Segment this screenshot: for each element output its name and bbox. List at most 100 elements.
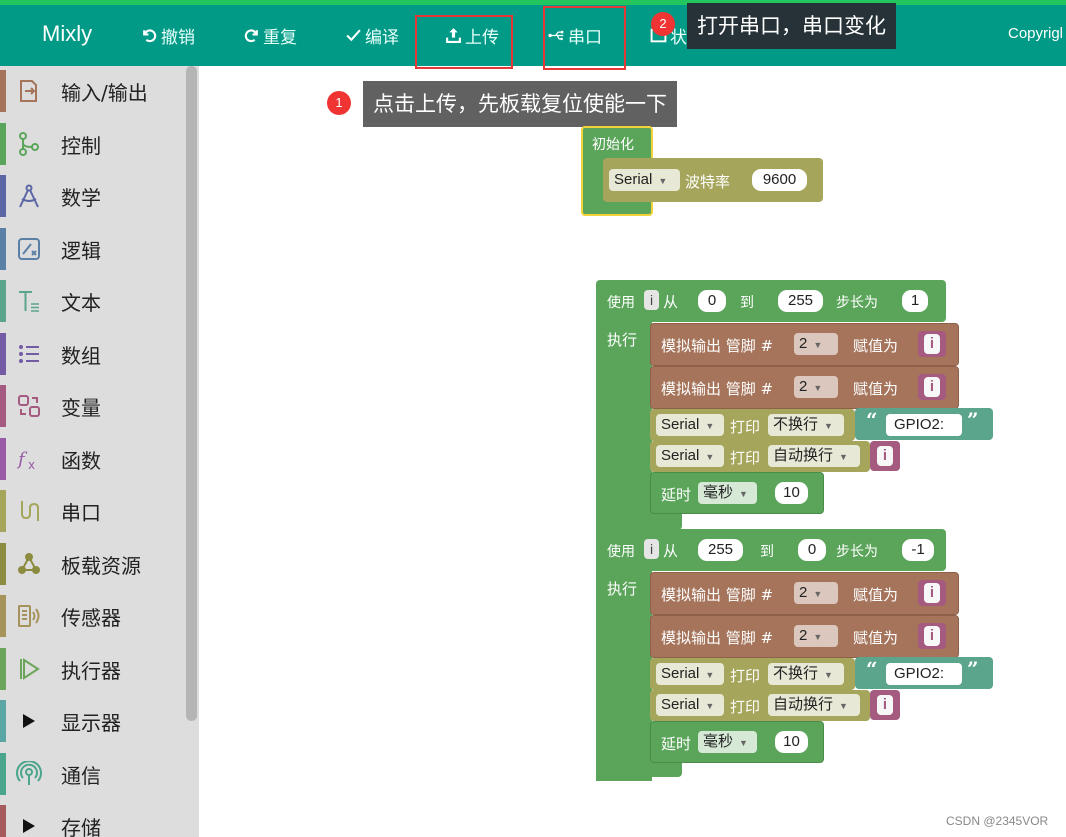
loop-from-label: 从: [663, 293, 679, 311]
compile-button[interactable]: 编译: [345, 23, 399, 48]
redo-label: 重复: [263, 28, 297, 48]
serial-highlight-box: [543, 6, 626, 70]
redo-icon: [244, 29, 258, 43]
variable-value: i: [924, 626, 940, 646]
sidebar-scrollbar[interactable]: [186, 66, 197, 721]
newline-mode-dropdown[interactable]: 不换行 ▼: [768, 663, 844, 685]
sidebar-item-14[interactable]: 存储: [0, 803, 186, 837]
sidebar-item-2[interactable]: 数学: [0, 173, 186, 219]
loop-step-label: 步长为: [836, 544, 878, 560]
sidebar-item-7[interactable]: fx 函数: [0, 436, 186, 482]
sidebar-item-label: 数组: [61, 343, 101, 368]
assign-label: 赋值为: [853, 380, 899, 398]
sidebar-item-10[interactable]: 传感器: [0, 593, 186, 639]
board-icon: [16, 551, 42, 577]
top-toolbar: Mixly 撤销 重复 编译 上传 串口 状 Copyrigl: [0, 5, 1066, 66]
sidebar-item-11[interactable]: 执行器: [0, 646, 186, 692]
variable-value: i: [924, 583, 940, 603]
variable-value: i: [877, 446, 893, 466]
text-field[interactable]: GPIO2:: [886, 663, 962, 685]
sidebar-item-3[interactable]: 逻辑: [0, 226, 186, 272]
setup-serial-dropdown[interactable]: Serial ▼: [609, 169, 680, 191]
delay-unit-dropdown[interactable]: 毫秒 ▼: [698, 731, 757, 753]
function-icon: fx: [16, 446, 42, 472]
category-color-bar: [0, 647, 6, 690]
newline-mode-dropdown[interactable]: 自动换行 ▼: [768, 694, 860, 716]
serial-dropdown[interactable]: Serial ▼: [656, 663, 724, 685]
redo-button[interactable]: 重复: [243, 23, 297, 48]
close-quote-icon: ”: [967, 657, 979, 681]
assign-label: 赋值为: [853, 586, 899, 604]
analog-write-label: 模拟输出 管脚 #: [661, 586, 774, 604]
loop-from-field[interactable]: 255: [698, 539, 743, 561]
pin-dropdown[interactable]: 2 ▼: [794, 376, 838, 398]
category-color-bar: [0, 227, 6, 270]
loop-use-label: 使用: [607, 544, 635, 560]
logic-icon: [16, 236, 42, 262]
baud-label: 波特率: [685, 173, 731, 191]
expand-icon: [16, 708, 42, 734]
loop-to-label: 到: [740, 295, 754, 311]
loop-var[interactable]: i: [644, 539, 659, 559]
callout-badge-1: 1: [327, 91, 351, 115]
brand-logo: Mixly: [42, 21, 93, 46]
loop-do-label: 执行: [607, 580, 638, 598]
variable-icon: [16, 393, 42, 419]
sidebar-item-1[interactable]: 控制: [0, 121, 186, 167]
serial-dropdown[interactable]: Serial ▼: [656, 445, 724, 467]
copyright-text: Copyrigl: [1008, 25, 1064, 42]
sidebar-item-0[interactable]: 输入/输出: [0, 68, 186, 114]
analog-write-label: 模拟输出 管脚 #: [661, 380, 774, 398]
sidebar-item-4[interactable]: 文本: [0, 278, 186, 324]
category-color-bar: [0, 542, 6, 585]
delay-unit-dropdown[interactable]: 毫秒 ▼: [698, 482, 757, 504]
loop-from-field[interactable]: 0: [698, 290, 726, 312]
sidebar-item-13[interactable]: 通信: [0, 751, 186, 797]
loop-step-label: 步长为: [836, 295, 878, 311]
sidebar-item-label: 板载资源: [61, 553, 141, 578]
delay-label: 延时: [661, 735, 692, 753]
sensor-icon: [16, 603, 42, 629]
callout-badge-2: 2: [651, 12, 675, 36]
delay-value-field[interactable]: 10: [775, 731, 808, 753]
newline-mode-dropdown[interactable]: 不换行 ▼: [768, 414, 844, 436]
loop-step-field[interactable]: 1: [902, 290, 928, 312]
actuator-icon: [16, 656, 42, 682]
loop-step-field[interactable]: -1: [902, 539, 934, 561]
loop-to-field[interactable]: 0: [798, 539, 826, 561]
sidebar-item-12[interactable]: 显示器: [0, 698, 186, 744]
loop-use-label: 使用: [607, 295, 635, 311]
text-icon: [16, 288, 42, 314]
pin-dropdown[interactable]: 2 ▼: [794, 333, 838, 355]
delay-value-field[interactable]: 10: [775, 482, 808, 504]
serial-dropdown[interactable]: Serial ▼: [656, 414, 724, 436]
sidebar-item-label: 控制: [61, 133, 101, 158]
undo-button[interactable]: 撤销: [141, 23, 195, 48]
loop-var[interactable]: i: [644, 290, 659, 310]
sidebar-item-5[interactable]: 数组: [0, 331, 186, 377]
sidebar-item-label: 传感器: [61, 606, 121, 630]
loop-do-label: 执行: [607, 331, 638, 349]
baud-value-field[interactable]: 9600: [752, 169, 807, 191]
newline-mode-dropdown[interactable]: 自动换行 ▼: [768, 445, 860, 467]
toolbox-sidebar: 输入/输出 控制 数学 逻辑 文本 数组 变量 fx 函数 串口 板载资源 传感…: [0, 66, 199, 837]
sidebar-item-label: 逻辑: [61, 238, 101, 263]
open-quote-icon: “: [866, 657, 878, 681]
sidebar-item-6[interactable]: 变量: [0, 383, 186, 429]
category-color-bar: [0, 595, 6, 637]
sidebar-item-label: 变量: [61, 396, 101, 420]
sidebar-item-8[interactable]: 串口: [0, 488, 186, 534]
serial-dropdown[interactable]: Serial ▼: [656, 694, 724, 716]
sidebar-item-label: 通信: [61, 763, 101, 788]
category-color-bar: [0, 175, 6, 217]
text-field[interactable]: GPIO2:: [886, 414, 962, 436]
sidebar-item-9[interactable]: 板载资源: [0, 541, 186, 587]
pin-dropdown[interactable]: 2 ▼: [794, 582, 838, 604]
loop-to-field[interactable]: 255: [778, 290, 823, 312]
open-quote-icon: “: [866, 408, 878, 432]
close-quote-icon: ”: [967, 408, 979, 432]
pin-dropdown[interactable]: 2 ▼: [794, 625, 838, 647]
sidebar-item-label: 数学: [61, 186, 101, 210]
communication-icon: [16, 760, 42, 787]
print-label: 打印: [730, 698, 761, 716]
